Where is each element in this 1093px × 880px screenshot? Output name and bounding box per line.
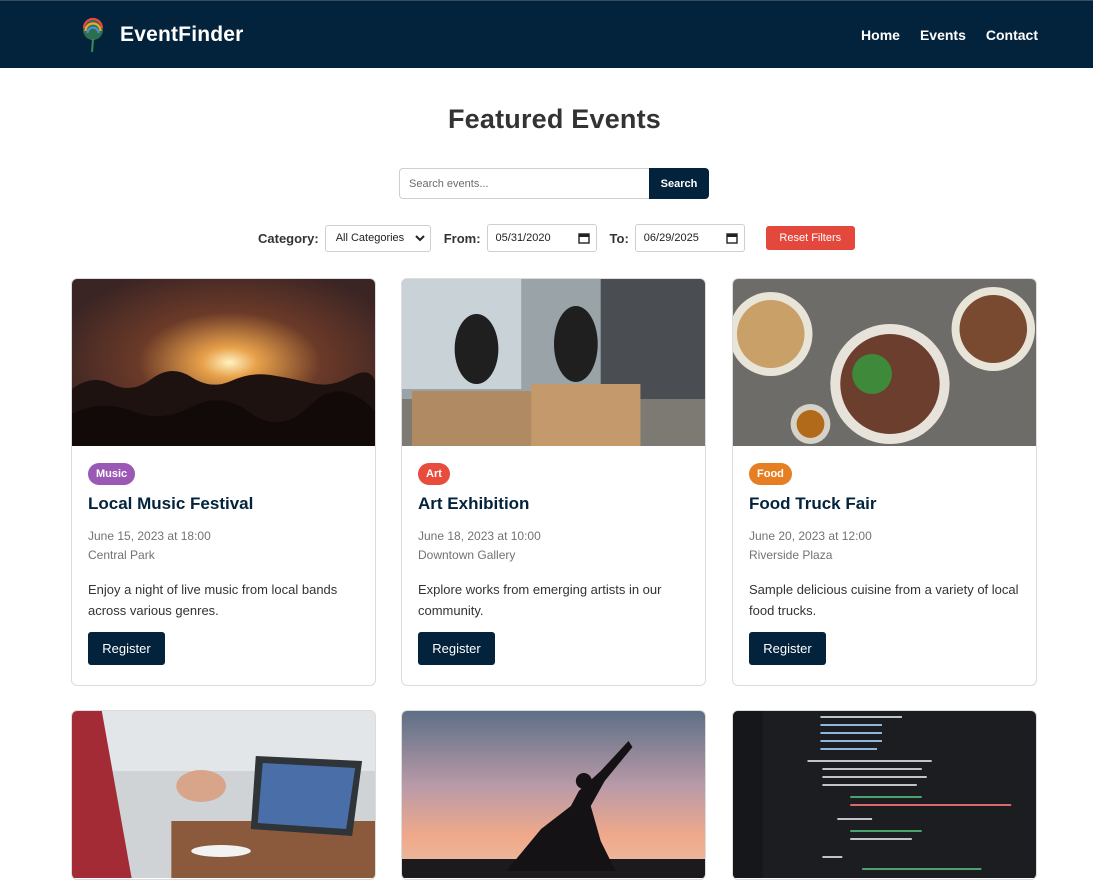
nav-contact[interactable]: Contact [986, 27, 1038, 43]
brand-name: EventFinder [120, 23, 244, 46]
yoga-sunset-image [402, 711, 705, 878]
search-button[interactable]: Search [649, 168, 709, 199]
event-card: Art Art Exhibition June 18, 2023 at 10:0… [401, 278, 706, 686]
from-label: From: [443, 230, 481, 246]
to-date-input[interactable]: 06/29/2025 [634, 224, 745, 252]
event-card [71, 710, 376, 880]
concert-crowd-image [72, 279, 375, 446]
search-bar: Search [399, 168, 709, 199]
filter-bar: Category: All Categories From: 05/31/202… [258, 224, 855, 252]
card-body: Art Art Exhibition June 18, 2023 at 10:0… [402, 446, 705, 685]
main-nav: Home Events Contact [861, 27, 1038, 43]
card-date: June 20, 2023 at 12:00 [749, 529, 872, 543]
register-button[interactable]: Register [418, 632, 495, 665]
calendar-icon [726, 233, 738, 244]
fitness-box-jump-image [402, 279, 705, 446]
card-description: Enjoy a night of live music from local b… [88, 582, 338, 618]
card-title[interactable]: Local Music Festival [88, 494, 359, 514]
category-badge: Music [88, 463, 136, 485]
card-title[interactable]: Art Exhibition [418, 494, 689, 514]
to-label: To: [609, 230, 629, 246]
card-title[interactable]: Food Truck Fair [749, 494, 1020, 514]
card-description: Explore works from emerging artists in o… [418, 582, 662, 618]
card-body: Food Food Truck Fair June 20, 2023 at 12… [733, 446, 1036, 685]
category-label: Category: [258, 230, 319, 246]
register-button[interactable]: Register [88, 632, 165, 665]
balloon-logo-icon [82, 17, 104, 53]
chevron-down-icon [414, 235, 425, 242]
from-date-value: 05/31/2020 [495, 232, 551, 244]
from-date-input[interactable]: 05/31/2020 [486, 224, 597, 252]
card-location: Downtown Gallery [418, 548, 516, 562]
page-title: Featured Events [447, 104, 662, 134]
event-card: Music Local Music Festival June 15, 2023… [71, 278, 376, 686]
nav-events[interactable]: Events [920, 27, 966, 43]
event-card [401, 710, 706, 880]
calendar-icon [577, 233, 590, 244]
card-date: June 18, 2023 at 10:00 [418, 529, 541, 543]
event-card [732, 710, 1037, 880]
search-input[interactable] [399, 168, 649, 199]
category-select[interactable]: All Categories [324, 224, 431, 252]
card-location: Central Park [88, 548, 155, 562]
card-location: Riverside Plaza [749, 548, 833, 562]
card-description: Sample delicious cuisine from a variety … [749, 582, 1019, 618]
code-editor-image [733, 711, 1036, 878]
food-plates-image [733, 279, 1036, 446]
to-date-value: 06/29/2025 [643, 232, 699, 244]
category-badge: Art [418, 463, 450, 485]
card-body: Music Local Music Festival June 15, 2023… [72, 446, 375, 685]
reset-filters-button[interactable]: Reset Filters [765, 226, 855, 250]
event-card: Food Food Truck Fair June 20, 2023 at 12… [732, 278, 1037, 686]
laptop-meeting-image [72, 711, 375, 878]
category-select-value: All Categories [335, 232, 405, 244]
top-navbar: EventFinder Home Events Contact [0, 0, 1093, 68]
register-button[interactable]: Register [749, 632, 826, 665]
brand[interactable]: EventFinder [80, 17, 244, 53]
card-date: June 15, 2023 at 18:00 [88, 529, 211, 543]
nav-home[interactable]: Home [861, 27, 900, 43]
category-badge: Food [749, 463, 792, 485]
